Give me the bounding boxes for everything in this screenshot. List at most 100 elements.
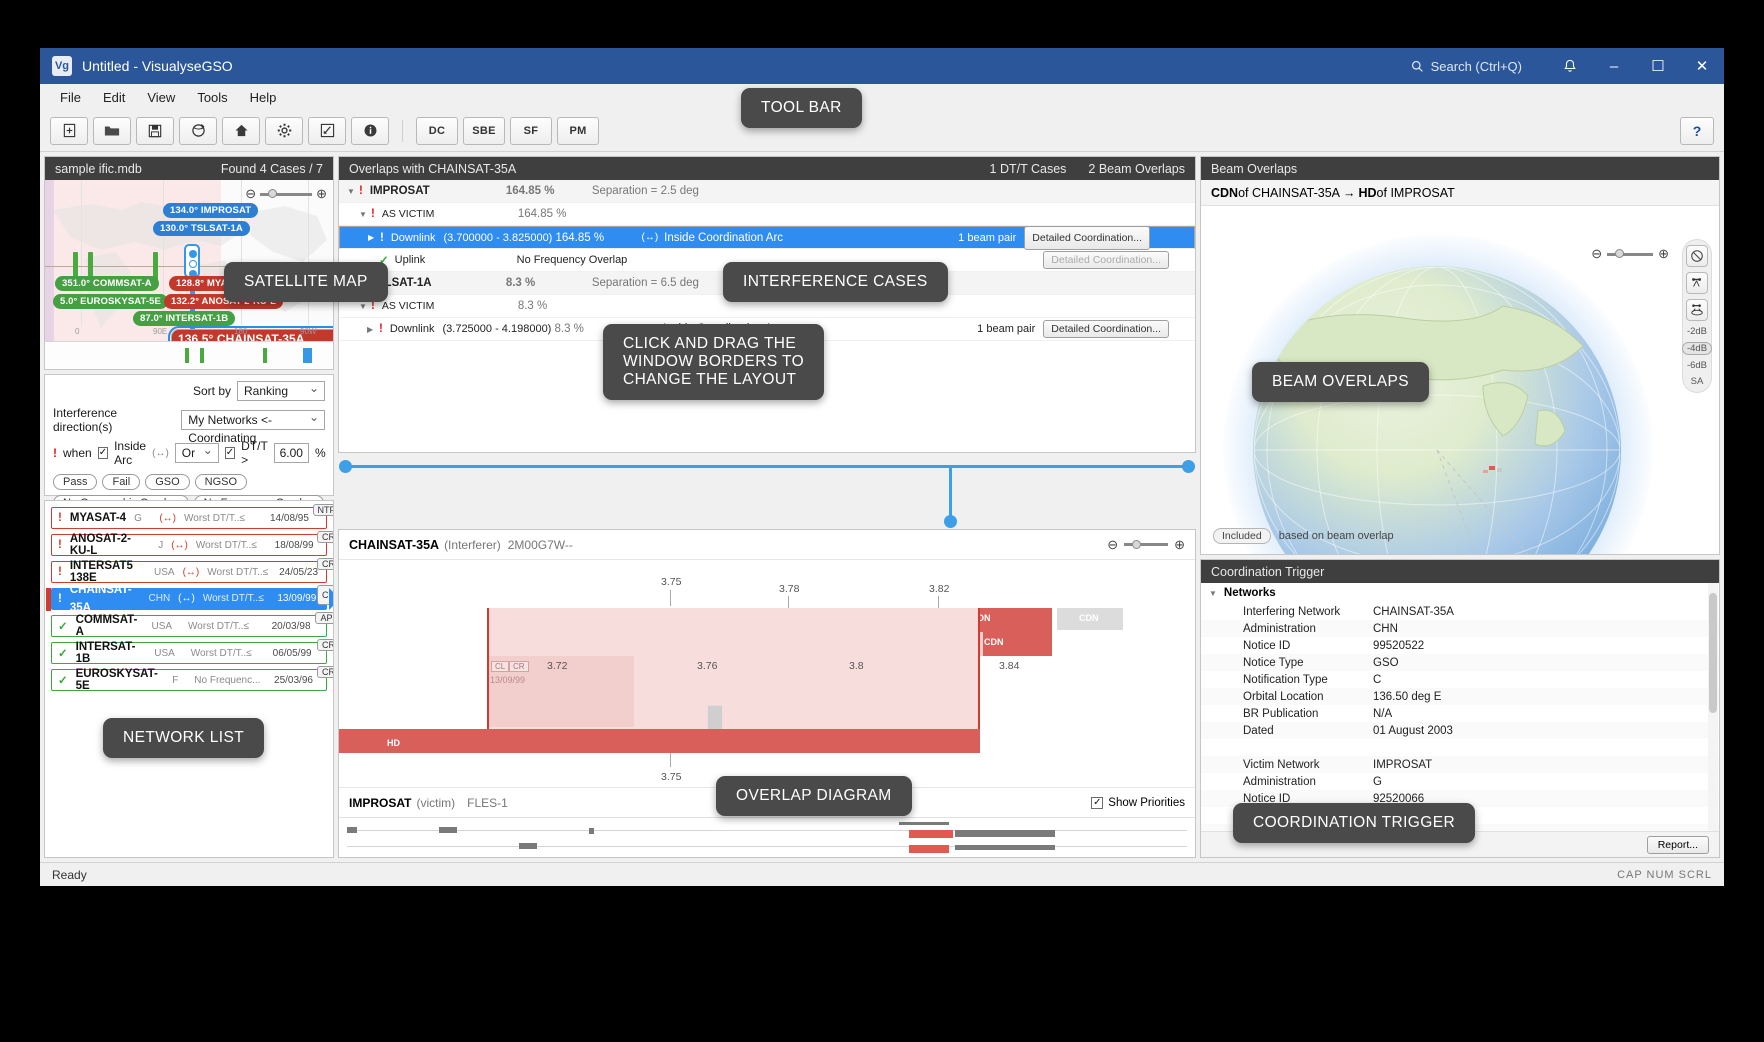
menu-item-view[interactable]: View xyxy=(137,87,185,108)
resize-icon[interactable] xyxy=(308,116,346,145)
detailed-coordination-button[interactable]: Detailed Coordination... xyxy=(1024,225,1150,250)
search-box[interactable]: Search (Ctrl+Q) xyxy=(1411,59,1522,74)
satellite-chip[interactable]: 5.0° EUROSKYSAT-5E xyxy=(53,294,168,309)
list-item[interactable]: ✓ EUROSKYSAT-5E F No Frequenc... 25/03/9… xyxy=(51,666,333,692)
inside-arc-checkbox[interactable]: ✓ xyxy=(97,447,109,459)
show-priorities-toggle[interactable]: ✓ Show Priorities xyxy=(1091,796,1185,809)
satellite-chip[interactable]: 351.0° COMMSAT-A xyxy=(55,276,159,291)
networks-group-header[interactable]: ▼ Networks xyxy=(1201,583,1719,603)
dtt-value-input[interactable]: 6.00 xyxy=(273,443,309,463)
menu-item-help[interactable]: Help xyxy=(240,87,287,108)
zoom-out-icon[interactable]: ⊖ xyxy=(1107,537,1118,553)
diagram-zoom-control[interactable]: ⊖ ⊕ xyxy=(1107,537,1185,553)
operator-select[interactable]: Or xyxy=(174,441,219,463)
zoom-slider[interactable] xyxy=(1124,539,1169,549)
satellite-chip[interactable]: 130.0° TSLSAT-1A xyxy=(153,221,250,236)
chevron-right-icon[interactable]: ▶ xyxy=(347,325,379,334)
overlap-sub-row[interactable]: ▼ ! AS VICTIM 164.85 % xyxy=(339,203,1195,226)
report-button[interactable]: Report... xyxy=(1646,835,1709,854)
db-level--4db[interactable]: -4dB xyxy=(1681,342,1713,355)
chevron-down-icon[interactable]: ▼ xyxy=(347,210,371,219)
filter-pill-ngso[interactable]: NGSO xyxy=(194,474,248,490)
chevron-down-icon[interactable]: ▼ xyxy=(347,302,371,311)
filter-pill-pass[interactable]: Pass xyxy=(53,474,98,490)
chevron-down-icon[interactable]: ▼ xyxy=(347,187,359,196)
zoom-in-icon[interactable]: ⊕ xyxy=(1174,537,1185,553)
horizontal-splitter-bar[interactable] xyxy=(346,465,1188,468)
pm-button[interactable]: PM xyxy=(557,116,599,145)
zoom-slider[interactable] xyxy=(1607,249,1654,258)
sbe-button[interactable]: SBE xyxy=(463,116,505,145)
list-item-selected[interactable]: ! CHAINSAT-35A CHN (↔) Worst DT/T..≤ 13/… xyxy=(46,584,333,614)
menu-item-edit[interactable]: Edit xyxy=(93,87,135,108)
beam-display-controls[interactable]: -2dB -4dB -6dB SA xyxy=(1681,240,1713,392)
zoom-out-icon[interactable]: ⊖ xyxy=(245,186,256,202)
priority-tag-cl[interactable]: CL xyxy=(491,661,510,672)
splitter-handle-left[interactable] xyxy=(339,460,352,473)
beam-zoom-control[interactable]: ⊖ ⊕ xyxy=(1585,244,1675,264)
db-level-sa[interactable]: SA xyxy=(1691,376,1704,387)
sort-by-select[interactable]: Ranking xyxy=(237,379,325,401)
new-document-icon[interactable] xyxy=(50,116,88,145)
satellite-beam-icon[interactable] xyxy=(1686,299,1708,321)
zoom-in-icon[interactable]: ⊕ xyxy=(316,186,327,202)
list-item[interactable]: ! MYASAT-4 G (↔) Worst DT/T..≤ 14/08/95 … xyxy=(51,504,333,529)
maximize-button[interactable]: ☐ xyxy=(1636,48,1680,84)
save-icon[interactable] xyxy=(136,116,174,145)
zoom-in-icon[interactable]: ⊕ xyxy=(1658,246,1669,262)
list-item[interactable]: ! ANOSAT-2-KU-L J (↔) Worst DT/T..≤ 18/0… xyxy=(51,531,333,557)
vertical-scrollbar[interactable] xyxy=(1708,583,1718,831)
priority-tag-cr[interactable]: CR xyxy=(509,661,529,672)
layout-splitter[interactable] xyxy=(338,457,1196,528)
info-icon[interactable] xyxy=(351,116,389,145)
open-folder-icon[interactable] xyxy=(93,116,131,145)
filter-pill-gso[interactable]: GSO xyxy=(145,474,190,490)
dc-button[interactable]: DC xyxy=(416,116,458,145)
direction-select[interactable]: My Networks <- Coordinating xyxy=(181,408,325,445)
list-item[interactable]: ! INTERSAT5 138E USA (↔) Worst DT/T..≤ 2… xyxy=(51,558,333,584)
chevron-right-icon[interactable]: ▶ xyxy=(348,229,380,247)
dtt-checkbox[interactable]: ✓ xyxy=(224,447,236,459)
chevron-down-icon[interactable]: ▼ xyxy=(1209,589,1217,598)
map-zoom-control[interactable]: ⊖ ⊕ xyxy=(245,186,327,202)
overlap-group-row[interactable]: ▼ ! IMPROSAT 164.85 % Separation = 2.5 d… xyxy=(339,180,1195,203)
network-tag[interactable]: CR xyxy=(317,558,333,570)
frequency-overview-strip[interactable] xyxy=(339,817,1195,857)
overlap-leaf-row-selected[interactable]: ▶ ! Downlink (3.700000 - 3.825000) 164.8… xyxy=(339,225,1195,250)
notifications-bell-icon[interactable] xyxy=(1548,48,1592,84)
zoom-out-icon[interactable]: ⊖ xyxy=(1591,246,1602,262)
network-tag[interactable]: CR xyxy=(317,666,333,678)
detailed-coordination-button[interactable]: Detailed Coordination... xyxy=(1043,320,1169,338)
menu-item-tools[interactable]: Tools xyxy=(187,87,237,108)
zoom-slider[interactable] xyxy=(260,189,313,198)
diagram-canvas[interactable]: 3.75 3.78 3.82 CDN CDN CDN CD xyxy=(339,560,1195,787)
splitter-handle-right[interactable] xyxy=(1182,460,1195,473)
minimize-button[interactable]: – xyxy=(1592,48,1636,84)
show-priorities-checkbox[interactable]: ✓ xyxy=(1091,796,1104,809)
network-tag[interactable]: CR xyxy=(317,531,333,543)
sf-button[interactable]: SF xyxy=(510,116,552,145)
network-tag[interactable]: CR xyxy=(317,639,333,651)
list-item[interactable]: ✓ INTERSAT-1B USA Worst DT/T..≤ 06/05/99… xyxy=(51,639,333,665)
network-tag[interactable]: API xyxy=(315,612,333,624)
satellite-chip[interactable]: 87.0° INTERSAT-1B xyxy=(133,311,236,326)
menu-item-file[interactable]: File xyxy=(50,87,91,108)
help-button[interactable]: ? xyxy=(1680,116,1714,145)
db-level--6db[interactable]: -6dB xyxy=(1687,360,1707,371)
list-item[interactable]: ✓ COMMSAT-A USA Worst DT/T..≤ 20/03/98 A… xyxy=(51,612,333,638)
refresh-globe-icon[interactable] xyxy=(179,116,217,145)
db-level--2db[interactable]: -2dB xyxy=(1687,326,1707,337)
filter-pill-fail[interactable]: Fail xyxy=(102,474,141,490)
network-tag[interactable]: CR xyxy=(317,585,333,605)
satellite-chip[interactable]: 134.0° IMPROSAT xyxy=(163,203,259,218)
no-beam-icon[interactable] xyxy=(1686,245,1708,267)
home-icon[interactable] xyxy=(222,116,260,145)
satellite-link-icon[interactable] xyxy=(1686,272,1708,294)
orbit-mini-map[interactable] xyxy=(45,341,333,369)
splitter-handle-bottom[interactable] xyxy=(944,515,957,528)
selected-satellite-marker[interactable] xyxy=(184,244,200,278)
close-button[interactable]: ✕ xyxy=(1680,48,1724,84)
satellite-map-view[interactable]: 134.0° IMPROSAT 130.0° TSLSAT-1A 351.0° … xyxy=(45,180,333,341)
network-tag[interactable]: NTF xyxy=(312,504,333,516)
settings-gear-icon[interactable] xyxy=(265,116,303,145)
